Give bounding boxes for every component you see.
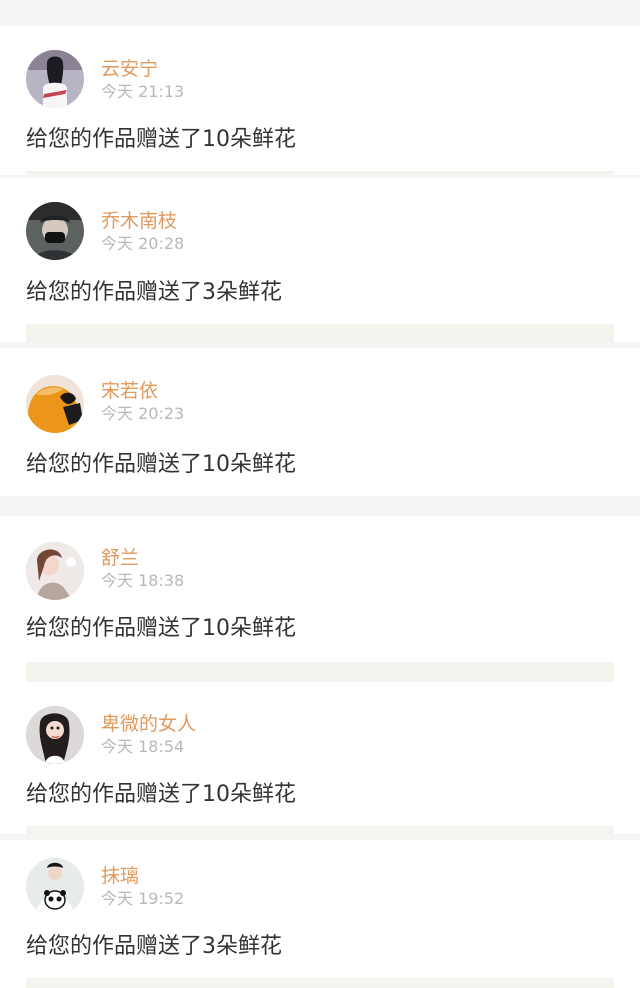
username[interactable]: 舒兰 (101, 546, 139, 570)
message-text: 给您的作品赠送了3朵鲜花 (26, 280, 282, 305)
list-item[interactable]: 抹璃 今天 19:52 给您的作品赠送了3朵鲜花 (0, 840, 640, 988)
message-text: 给您的作品赠送了3朵鲜花 (26, 934, 282, 959)
username[interactable]: 乔木南枝 (101, 209, 177, 233)
timestamp: 今天 20:28 (101, 234, 185, 253)
list-item[interactable]: 舒兰 今天 18:38 给您的作品赠送了10朵鲜花 (0, 516, 640, 686)
avatar[interactable] (26, 542, 84, 600)
message-text: 给您的作品赠送了10朵鲜花 (26, 127, 296, 152)
gift-notification-list: 云安宁 今天 21:13 给您的作品赠送了10朵鲜花 乔木南枝 今天 20:28… (0, 0, 640, 988)
card-divider (26, 662, 614, 682)
list-item[interactable]: 宋若依 今天 20:23 给您的作品赠送了10朵鲜花 (0, 348, 640, 496)
message-text: 给您的作品赠送了10朵鲜花 (26, 782, 296, 807)
card-divider (26, 324, 614, 342)
timestamp: 今天 19:52 (101, 889, 185, 908)
avatar[interactable] (26, 858, 84, 916)
username[interactable]: 卑微的女人 (101, 712, 196, 736)
card-divider (26, 826, 614, 834)
timestamp: 今天 20:23 (101, 404, 185, 423)
avatar[interactable] (26, 706, 84, 764)
username[interactable]: 宋若依 (101, 379, 158, 403)
username[interactable]: 抹璃 (101, 864, 139, 888)
avatar-man-black-mask-icon (26, 202, 84, 260)
avatar-person-panda-shirt-icon (26, 858, 84, 916)
timestamp: 今天 18:38 (101, 571, 185, 590)
list-item[interactable]: 云安宁 今天 21:13 给您的作品赠送了10朵鲜花 (0, 26, 640, 175)
avatar[interactable] (26, 375, 84, 433)
username[interactable]: 云安宁 (101, 57, 158, 81)
timestamp: 今天 21:13 (101, 82, 185, 101)
timestamp: 今天 18:54 (101, 737, 185, 756)
avatar-orange-figure-icon (26, 375, 84, 433)
avatar-woman-white-dress-icon (26, 50, 84, 108)
card-divider (26, 978, 614, 988)
list-item[interactable]: 乔木南枝 今天 20:28 给您的作品赠送了3朵鲜花 (0, 178, 640, 342)
avatar[interactable] (26, 202, 84, 260)
avatar-girl-light-icon (26, 542, 84, 600)
message-text: 给您的作品赠送了10朵鲜花 (26, 452, 296, 477)
avatar-woman-long-hair-icon (26, 706, 84, 764)
message-text: 给您的作品赠送了10朵鲜花 (26, 616, 296, 641)
card-divider (26, 171, 614, 175)
avatar[interactable] (26, 50, 84, 108)
list-item[interactable]: 卑微的女人 今天 18:54 给您的作品赠送了10朵鲜花 (0, 684, 640, 834)
